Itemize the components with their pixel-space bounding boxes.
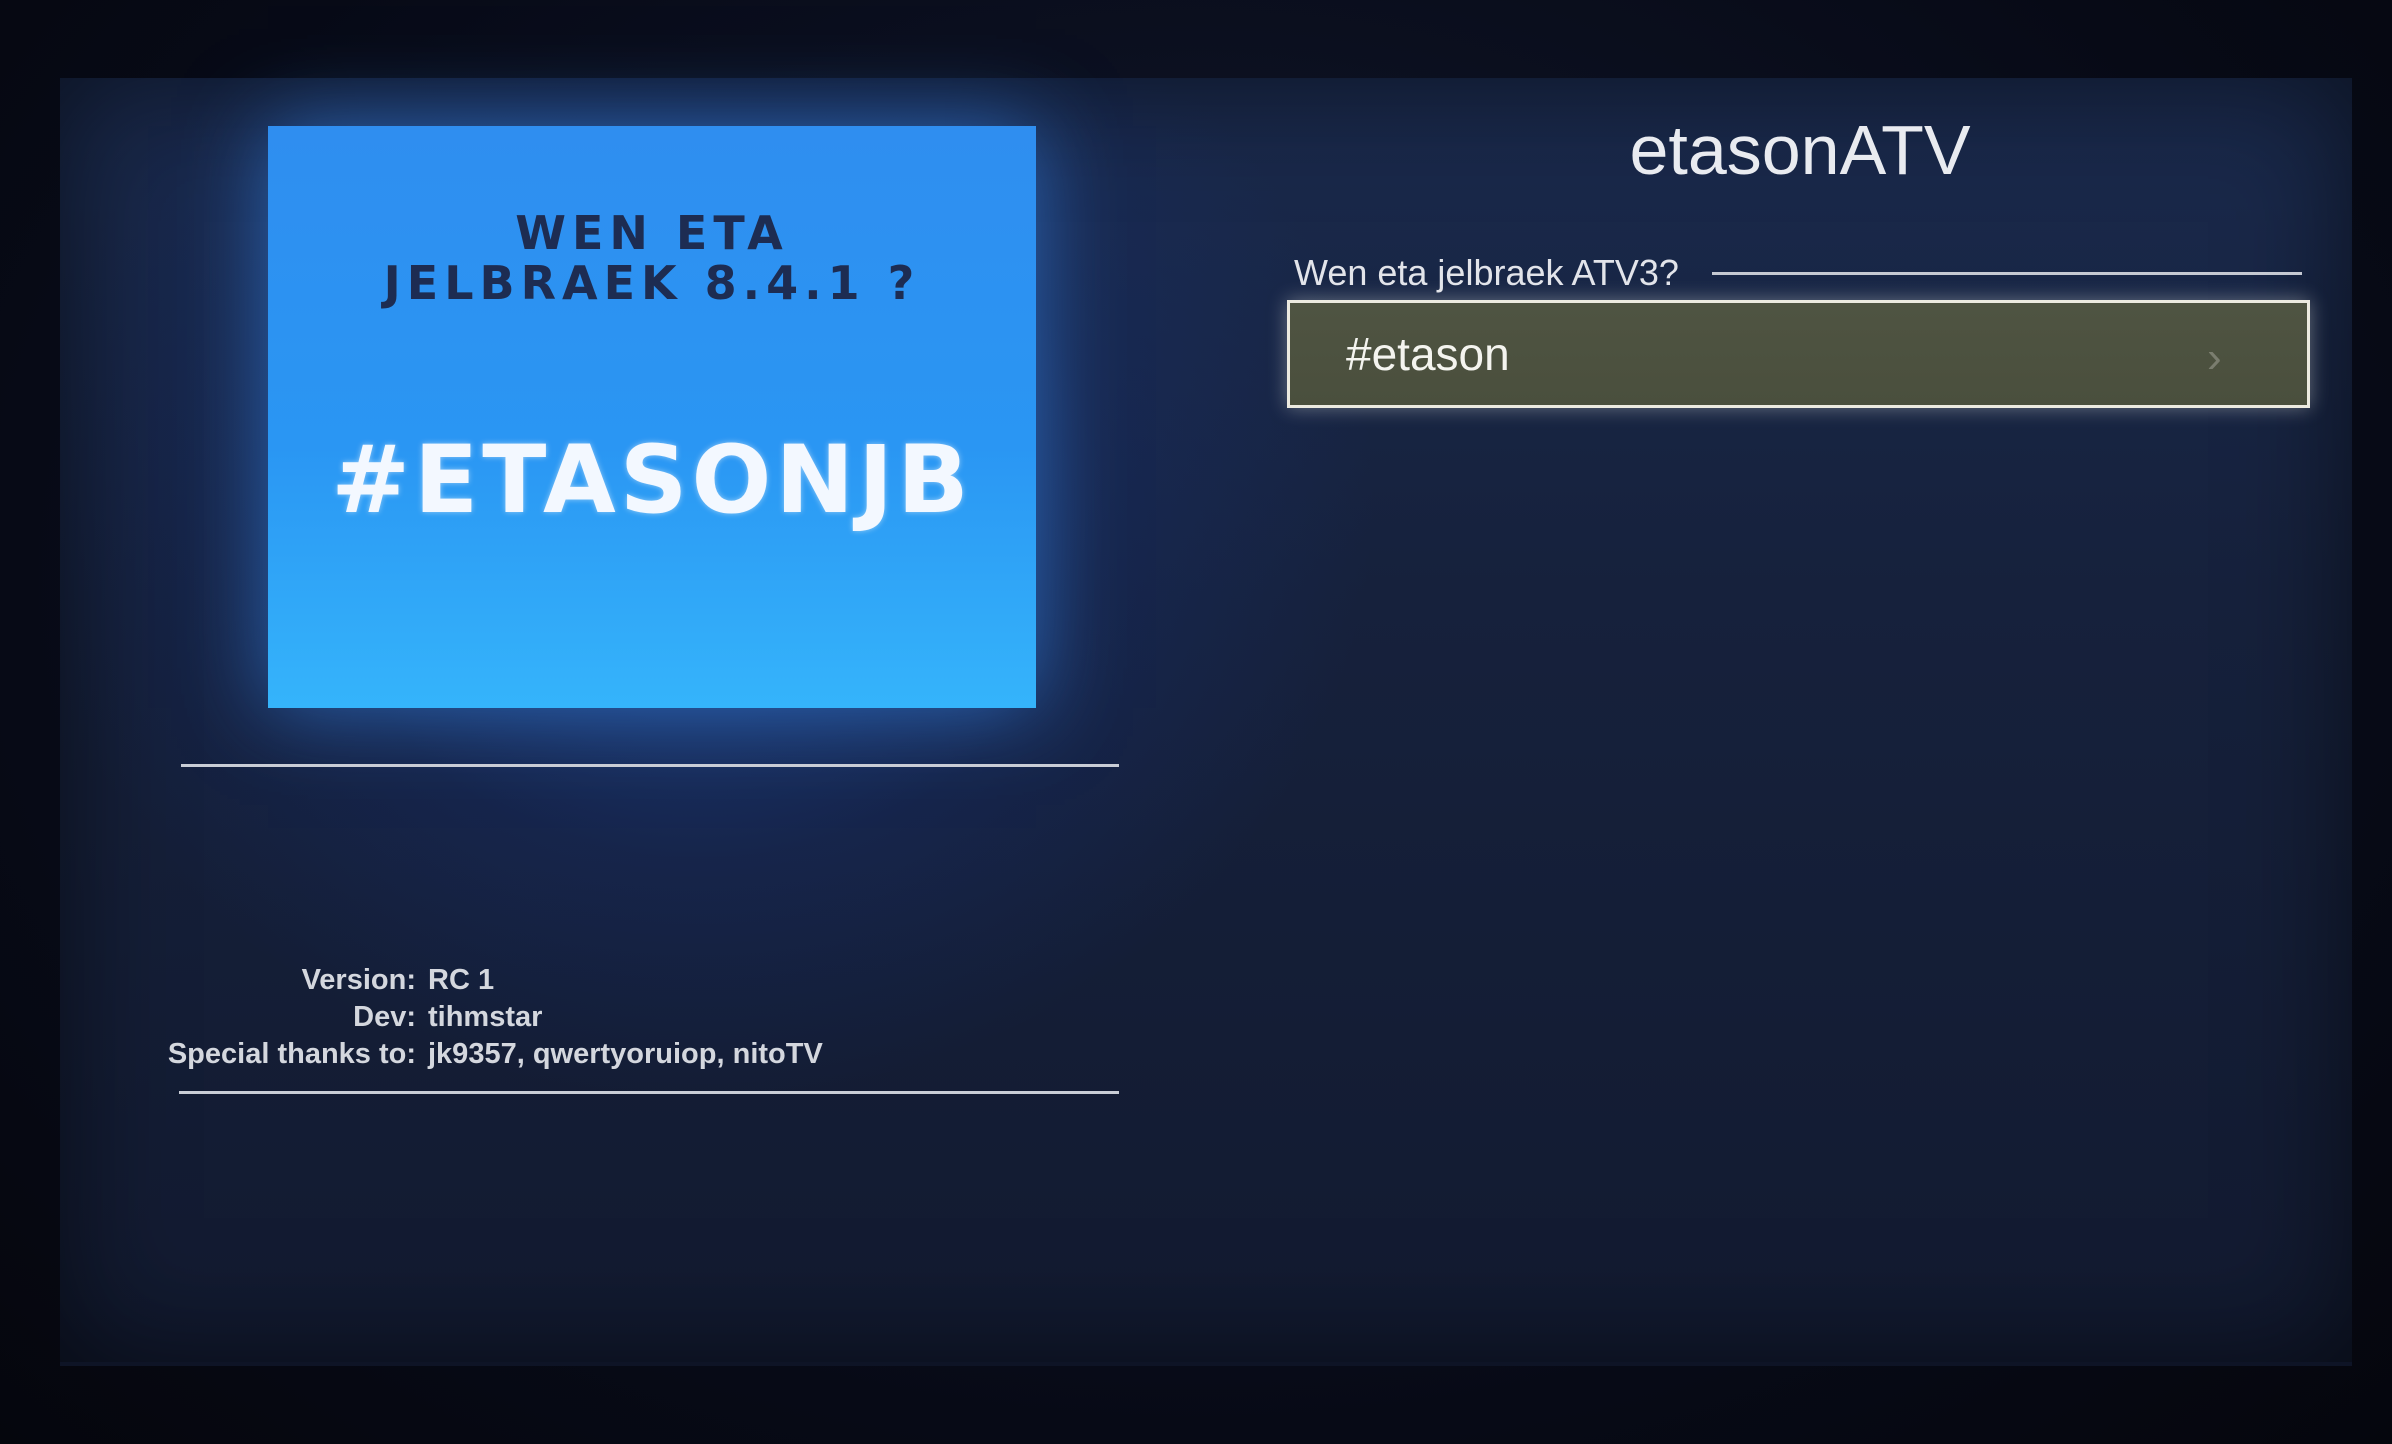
- artwork-line-2: JELBRAEK 8.4.1 ?: [383, 256, 921, 310]
- thanks-label: Special thanks to:: [167, 1038, 416, 1070]
- info-divider: [179, 1091, 1119, 1094]
- chevron-right-icon: ›: [2207, 333, 2222, 382]
- dev-row: Dev: tihmstar: [150, 999, 1050, 1036]
- artwork-main-text: #ETASONJB: [331, 426, 973, 535]
- dev-value: tihmstar: [428, 1001, 543, 1033]
- version-label: Version:: [301, 964, 416, 996]
- artwork-divider: [181, 764, 1119, 767]
- app-artwork: WEN ETA JELBRAEK 8.4.1 ? #ETASONJB: [268, 126, 1036, 708]
- tv-bezel: WEN ETA JELBRAEK 8.4.1 ? #ETASONJB Versi…: [0, 0, 2392, 1444]
- menu-section-header: Wen eta jelbraek ATV3?: [1294, 252, 1679, 293]
- app-title: etasonATV: [1629, 111, 1971, 189]
- app-info: Version: RC 1 Dev: tihmstar Special than…: [150, 962, 1050, 1073]
- thanks-value: jk9357, qwertyoruiop, nitoTV: [428, 1038, 823, 1070]
- version-value: RC 1: [428, 964, 495, 996]
- version-row: Version: RC 1: [150, 962, 1050, 999]
- screen-bottom-edge: [60, 1362, 2352, 1366]
- menu-item-etason[interactable]: #etason ›: [1287, 300, 2310, 408]
- artwork-line-1: WEN ETA: [515, 206, 789, 260]
- menu-item-label: #etason: [1346, 328, 1510, 380]
- dev-label: Dev:: [353, 1001, 416, 1033]
- thanks-row: Special thanks to: jk9357, qwertyoruiop,…: [150, 1036, 1050, 1073]
- section-header-line: [1712, 272, 2302, 275]
